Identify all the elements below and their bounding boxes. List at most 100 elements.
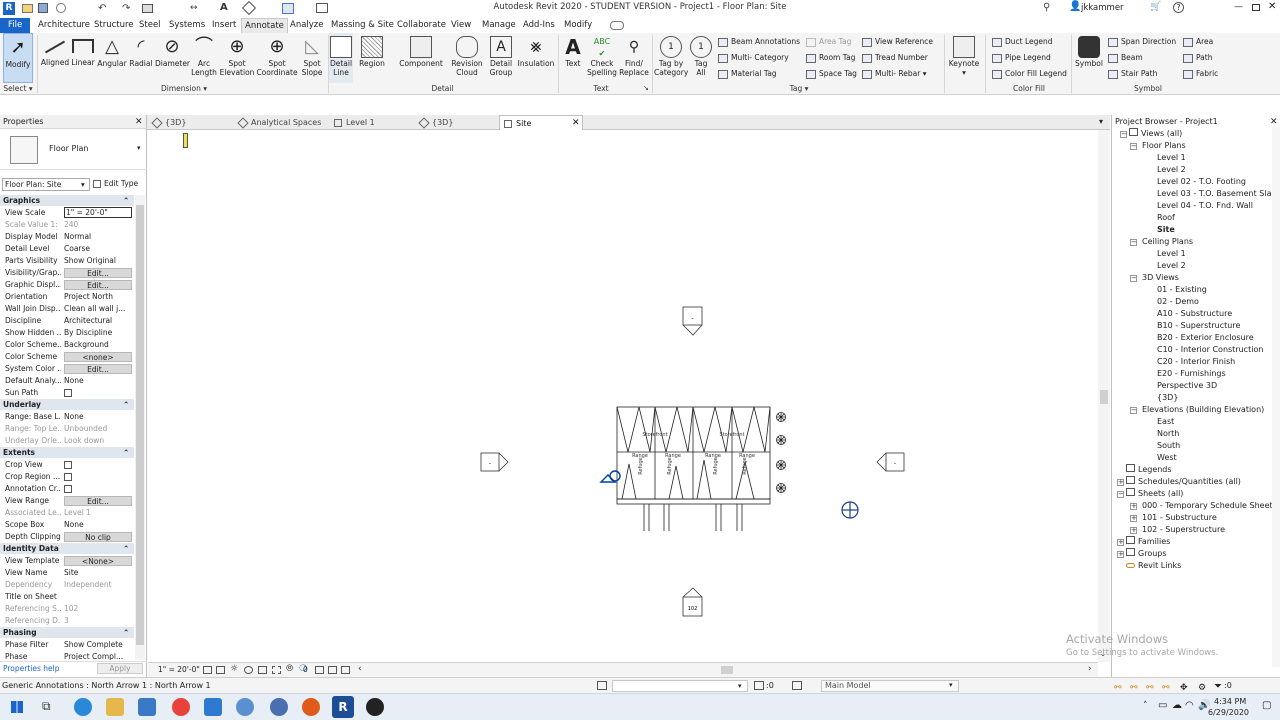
detail-group-button[interactable]: A Detail Group — [487, 33, 515, 83]
app-icon[interactable] — [366, 698, 384, 716]
multi-category-button[interactable]: Multi- Category — [718, 51, 789, 65]
prop-parts-visibility[interactable]: Parts Visibility Show Original — [0, 255, 134, 267]
tab-systems[interactable]: Systems — [166, 18, 208, 33]
tree-item-north[interactable]: North — [1157, 428, 1179, 440]
tree-item-3d[interactable]: E20 - Furnishings — [1157, 368, 1226, 380]
properties-help-link[interactable]: Properties help — [3, 664, 60, 673]
prop-default-analysis[interactable]: Default Analy... None — [0, 375, 134, 387]
elevation-marker-west[interactable]: - — [480, 452, 509, 472]
tab-massing-site[interactable]: Massing & Site — [328, 18, 397, 33]
section-underlay[interactable]: Underlay ⌃ — [0, 399, 134, 410]
dimension-panel-label[interactable]: Dimension ▾ — [39, 83, 329, 95]
tab-structure[interactable]: Structure — [91, 18, 137, 33]
prop-value[interactable]: Show Original — [64, 255, 132, 267]
material-tag-button[interactable]: Material Tag — [718, 67, 777, 81]
prop-annotation-crop[interactable]: Annotation Cr... — [0, 483, 134, 495]
crop-region-checkbox[interactable] — [64, 473, 72, 481]
prop-title-on-sheet[interactable]: Title on Sheet — [0, 591, 134, 603]
insulation-button[interactable]: ⨳ Insulation — [517, 33, 555, 83]
multi-rebar-button[interactable]: Multi- Rebar ▾ — [862, 67, 927, 81]
graphic-display-edit-button[interactable]: Edit... — [64, 280, 132, 290]
view-reference-button[interactable]: View Reference — [862, 35, 933, 49]
prop-sun-path[interactable]: Sun Path — [0, 387, 134, 399]
view-range-edit-button[interactable]: Edit... — [64, 496, 132, 506]
tree-item-roof[interactable]: Roof — [1157, 212, 1175, 224]
tree-item-3d[interactable]: 02 - Demo — [1157, 296, 1199, 308]
tree-families[interactable]: Families — [1126, 536, 1170, 548]
tree-item-site[interactable]: Site — [1157, 224, 1175, 236]
tree-item-west[interactable]: West — [1157, 452, 1177, 464]
prop-range-base[interactable]: Range: Base L... None — [0, 411, 134, 423]
prop-value[interactable]: Show Complete — [64, 639, 132, 651]
check-spelling-button[interactable]: ABC ✔ Check Spelling — [587, 33, 617, 83]
edit-type-button[interactable]: Edit Type — [93, 178, 143, 191]
file-explorer-icon[interactable] — [106, 698, 124, 716]
prop-depth-clipping[interactable]: Depth Clipping No clip — [0, 531, 134, 543]
modify-button[interactable]: ➚ Modify — [3, 33, 33, 83]
minimize-button[interactable]: — — [1234, 2, 1243, 12]
app-icon[interactable] — [236, 698, 254, 716]
app-icon[interactable] — [270, 698, 288, 716]
prop-value[interactable]: Project North — [64, 291, 132, 303]
tree-item-level-03[interactable]: Level 03 - T.O. Basement Slab — [1157, 188, 1277, 200]
spot-coordinate-button[interactable]: ⊕ Spot Coordinate — [256, 33, 298, 83]
tray-chevron-icon[interactable]: ˄ — [1143, 701, 1148, 711]
tab-collaborate[interactable]: Collaborate — [394, 18, 449, 33]
tab-steel[interactable]: Steel — [136, 18, 164, 33]
arc-length-button[interactable]: ⌒ Arc Length — [190, 33, 218, 83]
beam-annotations-button[interactable]: Beam Annotations — [718, 35, 800, 49]
tree-item-ceiling-level-1[interactable]: Level 1 — [1157, 248, 1186, 260]
shadows-icon[interactable] — [244, 666, 253, 674]
prop-show-hidden[interactable]: Show Hidden ... By Discipline — [0, 327, 134, 339]
prop-value[interactable]: By Discipline — [64, 327, 132, 339]
chevron-left-icon[interactable]: ‹ — [358, 664, 362, 674]
plumbing-fixtures[interactable] — [776, 412, 786, 493]
design-options-icon[interactable] — [792, 681, 802, 690]
user-icon[interactable]: 👤 — [1069, 1, 1081, 12]
tab-insert[interactable]: Insert — [209, 18, 239, 33]
tree-elevations[interactable]: Elevations (Building Elevation) — [1142, 404, 1264, 416]
prop-phase-filter[interactable]: Phase Filter Show Complete — [0, 639, 134, 651]
aligned-dimension-button[interactable]: Aligned — [39, 33, 71, 83]
tab-architecture[interactable]: Architecture — [35, 18, 93, 33]
expand-icon[interactable]: + — [1130, 503, 1137, 510]
scroll-thumb[interactable] — [1100, 390, 1108, 404]
tree-item-3d[interactable]: B10 - Superstructure — [1157, 320, 1240, 332]
tab-site[interactable]: Site ✕ — [499, 115, 583, 130]
tab-file[interactable]: File — [0, 18, 31, 33]
tree-item-3d[interactable]: A10 - Substructure — [1157, 308, 1232, 320]
tree-floor-plans[interactable]: Floor Plans — [1142, 140, 1186, 152]
spot-slope-button[interactable]: ◺ Spot Slope — [298, 33, 326, 83]
windows-start-icon[interactable] — [11, 701, 23, 713]
user-name[interactable]: jkkammer — [1081, 3, 1124, 13]
duct-legend-button[interactable]: Duct Legend — [992, 35, 1053, 49]
canvas-horizontal-scrollbar[interactable] — [368, 665, 1088, 675]
symbol-button[interactable]: Symbol — [1073, 33, 1105, 83]
collapse-icon[interactable]: − — [1130, 143, 1137, 150]
fabric-reinforcement-button[interactable]: Fabric — [1183, 67, 1218, 81]
mail-icon[interactable] — [204, 698, 222, 716]
prop-color-scheme[interactable]: Color Scheme <none> — [0, 351, 134, 363]
beam-system-button[interactable]: Beam — [1108, 51, 1143, 65]
tree-ceiling-plans[interactable]: Ceiling Plans — [1142, 236, 1193, 248]
workset-dropdown[interactable]: ▾ — [612, 680, 748, 692]
tree-item-3d[interactable]: C10 - Interior Construction — [1157, 344, 1263, 356]
text-button[interactable]: A Text — [561, 33, 585, 83]
revit-taskbar-icon[interactable]: R — [332, 696, 354, 718]
highlight-displacement-icon[interactable] — [341, 666, 350, 674]
prop-orientation[interactable]: Orientation Project North — [0, 291, 134, 303]
prop-phase[interactable]: Phase Project Compl... — [0, 651, 134, 660]
path-reinforcement-button[interactable]: Path — [1183, 51, 1212, 65]
prop-value[interactable]: Coarse — [64, 243, 132, 255]
show-crop-icon[interactable] — [272, 666, 281, 674]
tab-analyze[interactable]: Analyze — [287, 18, 327, 33]
analytical-model-icon[interactable] — [328, 666, 337, 674]
span-direction-button[interactable]: Span Direction — [1108, 35, 1176, 49]
expand-icon[interactable]: + — [1117, 539, 1124, 546]
close-tab-icon[interactable]: ✕ — [572, 116, 580, 131]
drawing-canvas[interactable]: - - - 102 Storefront Storefront Range Re… — [148, 130, 1098, 662]
color-scheme-button[interactable]: <none> — [64, 352, 132, 362]
tab-view[interactable]: View — [448, 18, 474, 33]
elevation-marker-north[interactable]: - — [682, 306, 703, 336]
tree-item-east[interactable]: East — [1157, 416, 1174, 428]
